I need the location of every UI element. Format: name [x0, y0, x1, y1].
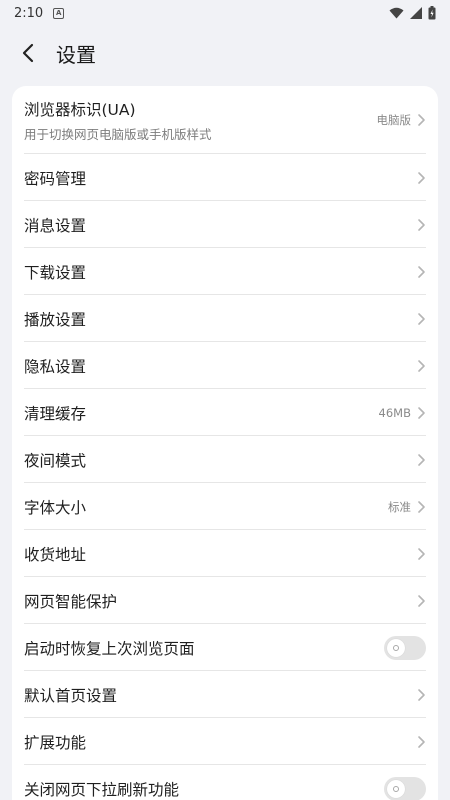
row-label: 浏览器标识(UA): [24, 100, 136, 119]
row-label: 隐私设置: [24, 357, 87, 376]
row-text: 浏览器标识(UA) 用于切换网页电脑版或手机版样式: [24, 98, 377, 143]
row-text: 隐私设置: [24, 355, 417, 377]
chevron-right-icon: [418, 594, 425, 607]
toggle-off-indicator: [393, 644, 399, 651]
status-time: 2:10: [14, 5, 44, 21]
settings-row-disable-pull-refresh[interactable]: 关闭网页下拉刷新功能: [12, 765, 438, 800]
settings-row-message-settings[interactable]: 消息设置: [12, 201, 438, 248]
settings-row-web-protection[interactable]: 网页智能保护: [12, 577, 438, 624]
row-value: 电脑版: [376, 113, 412, 127]
row-text: 启动时恢复上次浏览页面: [24, 637, 384, 659]
chevron-right-icon: [418, 218, 425, 231]
settings-row-playback-settings[interactable]: 播放设置: [12, 295, 438, 342]
chevron-right-icon: [418, 359, 425, 372]
row-text: 消息设置: [24, 214, 417, 236]
chevron-right-icon: [418, 688, 425, 701]
settings-row-shipping-address[interactable]: 收货地址: [12, 530, 438, 577]
settings-row-download-settings[interactable]: 下载设置: [12, 248, 438, 295]
row-label: 密码管理: [24, 169, 87, 188]
row-text: 网页智能保护: [24, 590, 417, 612]
row-label: 播放设置: [24, 310, 87, 329]
chevron-right-icon: [418, 312, 425, 325]
settings-row-night-mode[interactable]: 夜间模式: [12, 436, 438, 483]
wifi-icon: [389, 7, 404, 19]
row-text: 字体大小: [24, 496, 388, 518]
settings-row-clear-cache[interactable]: 清理缓存 46MB: [12, 389, 438, 436]
settings-row-extensions[interactable]: 扩展功能: [12, 718, 438, 765]
row-text: 播放设置: [24, 308, 417, 330]
battery-icon: [428, 6, 436, 20]
row-label: 夜间模式: [24, 451, 87, 470]
row-label: 默认首页设置: [24, 686, 118, 705]
row-text: 密码管理: [24, 167, 417, 189]
row-label: 关闭网页下拉刷新功能: [24, 780, 180, 799]
settings-row-privacy-settings[interactable]: 隐私设置: [12, 342, 438, 389]
row-text: 关闭网页下拉刷新功能: [24, 778, 384, 800]
row-label: 下载设置: [24, 263, 87, 282]
toggle-switch[interactable]: [384, 776, 426, 800]
notification-icon: A: [53, 7, 65, 19]
chevron-right-icon: [418, 114, 425, 126]
toggle-off-indicator: [393, 785, 399, 792]
settings-row-browser-ua[interactable]: 浏览器标识(UA) 用于切换网页电脑版或手机版样式 电脑版: [12, 86, 438, 154]
chevron-right-icon: [418, 500, 425, 513]
toggle-switch[interactable]: [384, 635, 426, 660]
row-text: 清理缓存: [24, 402, 379, 424]
row-text: 夜间模式: [24, 449, 417, 471]
row-text: 默认首页设置: [24, 684, 417, 706]
settings-row-password-manager[interactable]: 密码管理: [12, 154, 438, 201]
header: 设置: [0, 26, 450, 80]
chevron-right-icon: [418, 547, 425, 560]
chevron-right-icon: [418, 735, 425, 748]
row-label: 收货地址: [24, 545, 87, 564]
row-label: 扩展功能: [24, 733, 87, 752]
back-arrow-icon[interactable]: [22, 42, 44, 64]
status-bar: 2:10 A: [0, 0, 450, 26]
chevron-right-icon: [418, 171, 425, 184]
row-label: 网页智能保护: [24, 592, 118, 611]
settings-row-restore-last-session[interactable]: 启动时恢复上次浏览页面: [12, 624, 438, 671]
row-label: 消息设置: [24, 216, 87, 235]
settings-row-font-size[interactable]: 字体大小 标准: [12, 483, 438, 530]
settings-list: 浏览器标识(UA) 用于切换网页电脑版或手机版样式 电脑版密码管理消息设置下载设置播…: [12, 86, 438, 800]
page-title: 设置: [56, 42, 96, 67]
row-label: 启动时恢复上次浏览页面: [24, 639, 195, 658]
row-text: 收货地址: [24, 543, 417, 565]
signal-icon: [410, 7, 422, 19]
row-subtitle: 用于切换网页电脑版或手机版样式: [24, 126, 212, 142]
toggle-knob: [387, 779, 405, 798]
row-value: 46MB: [378, 405, 411, 420]
row-label: 字体大小: [24, 498, 87, 517]
chevron-right-icon: [418, 453, 425, 466]
status-icons: [389, 6, 436, 20]
chevron-right-icon: [418, 265, 425, 278]
row-value: 标准: [388, 499, 411, 514]
row-text: 下载设置: [24, 261, 417, 283]
settings-row-default-homepage[interactable]: 默认首页设置: [12, 671, 438, 718]
row-label: 清理缓存: [24, 404, 87, 423]
toggle-knob: [387, 638, 405, 657]
row-text: 扩展功能: [24, 731, 417, 753]
chevron-right-icon: [418, 406, 425, 419]
